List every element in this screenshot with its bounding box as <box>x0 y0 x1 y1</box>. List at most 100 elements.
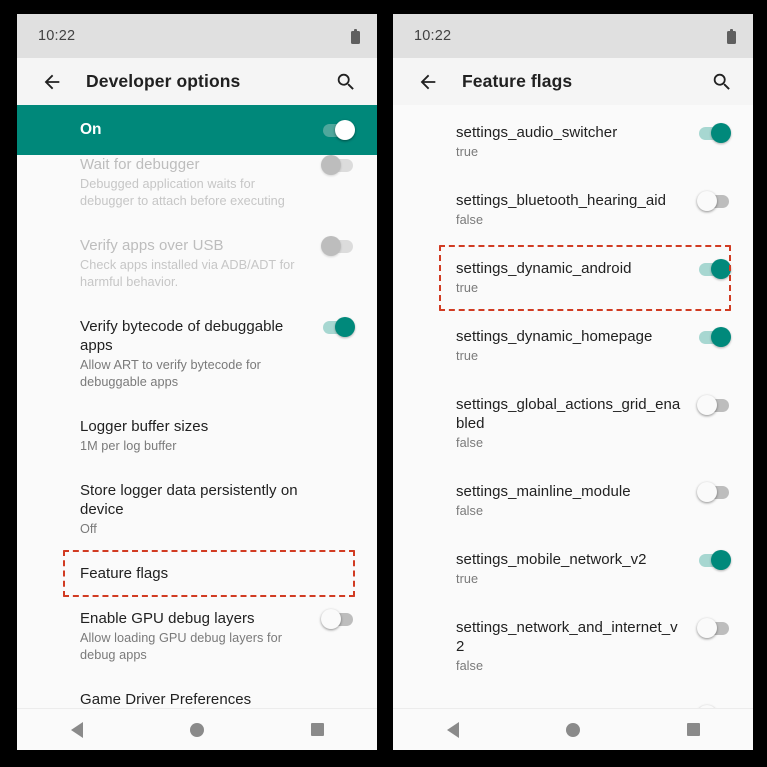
search-icon[interactable] <box>333 69 359 95</box>
list-item-title: settings_dynamic_homepage <box>456 328 653 345</box>
list-item-texts: settings_mainline_module false <box>456 482 693 520</box>
list-item[interactable]: Store logger data persistently on device… <box>17 481 377 538</box>
list-item-control <box>693 705 731 708</box>
list-item[interactable]: Verify apps over USB Check apps installed… <box>17 236 377 291</box>
nav-recents-icon <box>686 723 700 736</box>
list-item-control <box>317 236 355 256</box>
feature-flags-list-container[interactable]: settings_audio_switcher true settings_blue… <box>393 105 753 708</box>
master-switch-label: On <box>80 121 102 138</box>
developer-options-list-container[interactable]: Wait for debugger Debugged application wa… <box>17 155 377 708</box>
list-item-subtitle: false <box>456 504 484 518</box>
feature-flags-list: settings_audio_switcher true settings_blue… <box>393 105 753 708</box>
toggle-switch[interactable] <box>321 609 355 629</box>
nav-home-button[interactable] <box>137 722 257 737</box>
master-switch-toggle[interactable] <box>321 120 355 140</box>
list-item-title: Logger buffer sizes <box>80 418 209 435</box>
list-item-subtitle: 1M per log buffer <box>80 439 177 453</box>
list-item-subtitle: true <box>456 349 479 363</box>
list-item[interactable]: settings_mainline_module false <box>393 482 753 520</box>
list-item-texts: Enable GPU debug layers Allow loading GPU… <box>80 609 317 664</box>
list-item[interactable]: settings_global_actions_grid_enabled fals… <box>393 395 753 452</box>
list-item-texts: Wait for debugger Debugged application wa… <box>80 155 317 210</box>
toggle-switch[interactable] <box>697 191 731 211</box>
list-item-subtitle: true <box>456 572 479 586</box>
list-item[interactable]: settings_audio_switcher true <box>393 123 753 161</box>
status-bar-clock: 10:22 <box>38 28 76 44</box>
toggle-switch[interactable] <box>697 482 731 502</box>
list-item[interactable]: Game Driver PreferencesModify Game Drive… <box>17 690 377 708</box>
list-item[interactable]: settings_mobile_network_v2 true <box>393 550 753 588</box>
list-item-title: settings_dynamic_android <box>456 260 632 277</box>
list-item-texts: settings_safety_hubfalse <box>456 705 693 708</box>
system-navigation-bar <box>17 708 377 750</box>
toggle-switch[interactable] <box>697 705 731 708</box>
toggle-switch[interactable] <box>321 155 355 175</box>
toggle-switch[interactable] <box>697 550 731 570</box>
toggle-switch[interactable] <box>697 259 731 279</box>
status-bar-clock: 10:22 <box>414 28 452 44</box>
list-item-title: Feature flags <box>80 565 169 582</box>
list-item-texts: Store logger data persistently on device… <box>80 481 317 538</box>
arrow-back-icon[interactable] <box>39 69 65 95</box>
list-item-control <box>317 317 355 337</box>
nav-recents-icon <box>310 723 324 736</box>
list-item[interactable]: settings_safety_hubfalse <box>393 705 753 708</box>
nav-home-icon <box>566 722 580 737</box>
list-item-title: Store logger data persistently on device <box>80 482 298 518</box>
list-item[interactable]: settings_dynamic_homepagetrue <box>393 327 753 365</box>
list-item-texts: Logger buffer sizes 1M per log buffer <box>80 417 317 455</box>
list-item-subtitle: Debugged application waits for debugger … <box>80 177 285 208</box>
list-item[interactable]: Wait for debugger Debugged application wa… <box>17 155 377 210</box>
search-icon[interactable] <box>709 69 735 95</box>
list-item[interactable]: Enable GPU debug layers Allow loading GPU… <box>17 609 377 664</box>
battery-icon <box>727 28 736 44</box>
nav-home-icon <box>190 722 204 737</box>
list-item[interactable]: settings_bluetooth_hearing_aid false <box>393 191 753 229</box>
toggle-switch[interactable] <box>321 236 355 256</box>
list-item-texts: Feature flags <box>80 564 317 583</box>
nav-recents-button[interactable] <box>257 723 377 736</box>
list-item[interactable]: Verify bytecode of debuggable apps Allow … <box>17 317 377 391</box>
toolbar: Developer options <box>17 58 377 105</box>
page-title: Developer options <box>86 71 241 91</box>
list-item-subtitle: true <box>456 281 479 295</box>
list-item-subtitle: false <box>456 436 484 450</box>
developer-options-master-switch-row[interactable]: On <box>17 105 377 155</box>
list-item-texts: settings_bluetooth_hearing_aid false <box>456 191 693 229</box>
battery-icon <box>351 28 360 44</box>
list-item[interactable]: settings_network_and_internet_v2 false <box>393 618 753 675</box>
list-item-control <box>693 327 731 347</box>
toggle-switch[interactable] <box>697 123 731 143</box>
nav-home-button[interactable] <box>513 722 633 737</box>
toggle-switch[interactable] <box>697 327 731 347</box>
list-item[interactable]: Logger buffer sizes 1M per log buffer <box>17 417 377 455</box>
list-item-texts: settings_audio_switcher true <box>456 123 693 161</box>
list-item[interactable]: Feature flags <box>17 564 377 583</box>
list-item-texts: settings_dynamic_homepagetrue <box>456 327 693 365</box>
toggle-switch[interactable] <box>321 317 355 337</box>
arrow-back-icon[interactable] <box>415 69 441 95</box>
list-item-control <box>693 259 731 279</box>
list-item-title: settings_bluetooth_hearing_aid <box>456 192 666 209</box>
list-item-control <box>693 550 731 570</box>
list-item-texts: settings_network_and_internet_v2 false <box>456 618 693 675</box>
list-item-texts: Verify bytecode of debuggable apps Allow … <box>80 317 317 391</box>
list-item-control <box>693 618 731 638</box>
list-item-control <box>693 191 731 211</box>
toggle-switch[interactable] <box>697 618 731 638</box>
nav-back-button[interactable] <box>393 721 513 738</box>
page-title: Feature flags <box>462 71 573 91</box>
list-item-control <box>317 609 355 629</box>
list-item[interactable]: settings_dynamic_androidtrue <box>393 259 753 297</box>
nav-back-button[interactable] <box>17 721 137 738</box>
list-item-texts: settings_global_actions_grid_enabled fals… <box>456 395 693 452</box>
list-item-subtitle: Off <box>80 522 97 536</box>
list-item-subtitle: Allow ART to verify bytecode for debugga… <box>80 358 261 389</box>
nav-back-icon <box>71 721 83 738</box>
list-item-subtitle: false <box>456 659 484 673</box>
toggle-switch[interactable] <box>697 395 731 415</box>
list-item-control <box>317 155 355 175</box>
nav-recents-button[interactable] <box>633 723 753 736</box>
list-item-title: settings_safety_hub <box>456 705 685 708</box>
nav-back-icon <box>447 721 459 738</box>
